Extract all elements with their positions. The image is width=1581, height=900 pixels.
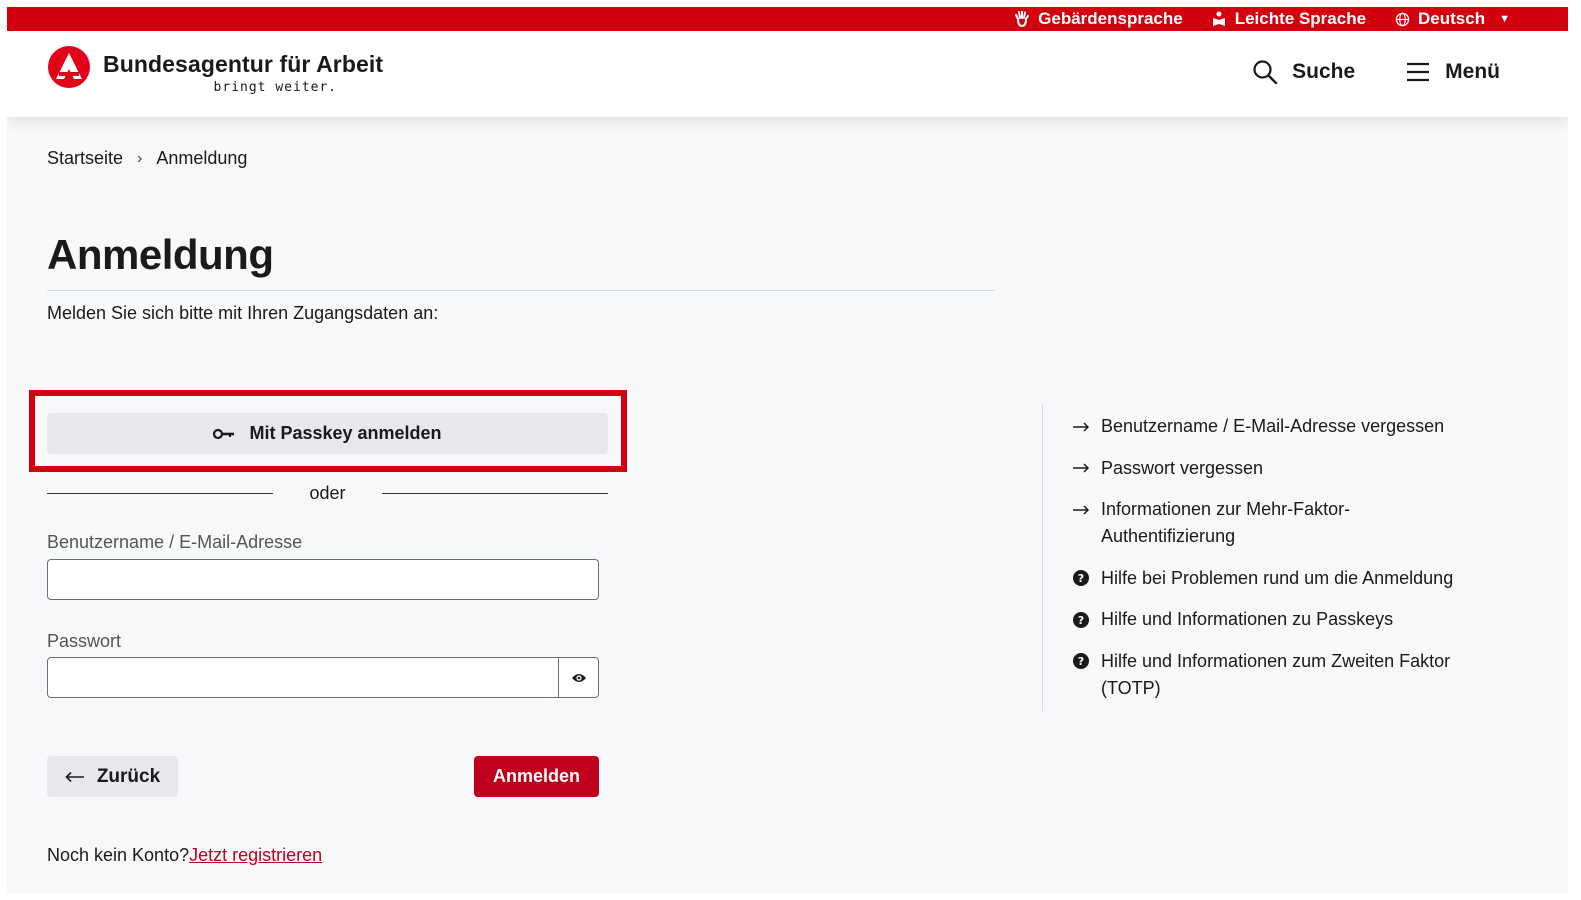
page-title: Anmeldung [47,231,274,278]
help-link-label: Benutzername / E-Mail-Adresse vergessen [1101,416,1445,436]
or-text: oder [309,482,346,503]
help-link-label: Hilfe bei Problemen rund um die Anmeldun… [1101,567,1454,588]
password-input[interactable] [48,658,558,697]
register-prompt: Noch kein Konto?Jetzt registrieren [47,845,322,866]
easy-language-link[interactable]: Leichte Sprache [1211,9,1366,29]
logo-title: Bundesagentur für Arbeit [103,51,384,77]
help-link-login-problems[interactable]: ? Hilfe bei Problemen rund um die Anmeld… [1073,565,1493,592]
help-link-totp[interactable]: ? Hilfe und Informationen zum Zweiten Fa… [1073,648,1493,702]
eye-icon [571,673,586,682]
help-link-passkeys[interactable]: ? Hilfe und Informationen zu Passkeys [1073,606,1493,633]
easy-language-label: Leichte Sprache [1234,9,1367,28]
help-link-forgot-password[interactable]: Passwort vergessen [1073,455,1493,482]
help-link-label: Informationen zur Mehr-Faktor-Authentifi… [1101,499,1351,546]
separator-line [47,492,274,494]
help-link-mfa-info[interactable]: Informationen zur Mehr-Faktor-Authentifi… [1073,496,1493,550]
language-select[interactable]: Deutsch ▼ [1394,9,1510,29]
key-icon [213,428,235,439]
help-link-label: Passwort vergessen [1101,457,1264,478]
show-password-button[interactable] [558,658,598,697]
help-link-forgot-username[interactable]: Benutzername / E-Mail-Adresse vergessen [1073,413,1493,440]
arrow-right-icon [1073,413,1089,440]
language-label: Deutsch [1418,9,1486,28]
arrow-right-icon [1073,455,1089,482]
title-divider [47,290,995,291]
breadcrumb-home[interactable]: Startseite [47,148,123,169]
site-header: Bundesagentur für Arbeit bringt weiter. … [7,31,1568,117]
password-label: Passwort [47,631,122,651]
username-input[interactable] [47,559,599,600]
back-label: Zurück [96,765,161,787]
arrow-right-icon [1073,496,1089,523]
help-link-label: Hilfe und Informationen zu Passkeys [1101,609,1394,629]
help-links-list: Benutzername / E-Mail-Adresse vergessen … [1073,413,1493,716]
utility-bar: Gebärdensprache Leichte Sprache Deutsch … [7,7,1568,31]
question-circle-icon: ? [1073,565,1089,592]
book-reader-icon [1211,11,1227,27]
back-button[interactable]: Zurück [47,756,178,797]
register-link[interactable]: Jetzt registrieren [189,845,322,865]
breadcrumb: Startseite › Anmeldung [47,148,247,169]
search-button[interactable]: Suche [1252,59,1355,85]
login-button[interactable]: Anmelden [474,756,599,797]
separator-line [381,492,608,494]
menu-label: Menü [1445,60,1500,83]
svg-text:?: ? [1078,614,1084,627]
username-label: Benutzername / E-Mail-Adresse [47,532,303,552]
sign-language-label: Gebärdensprache [1038,9,1183,28]
no-account-text: Noch kein Konto? [47,845,190,865]
search-label: Suche [1292,60,1356,83]
svg-text:?: ? [1078,572,1084,585]
question-circle-icon: ? [1073,606,1089,633]
logo[interactable]: Bundesagentur für Arbeit bringt weiter. [47,45,383,95]
passkey-login-label: Mit Passkey anmelden [249,423,442,443]
search-icon [1253,60,1278,85]
passkey-login-button[interactable]: Mit Passkey anmelden [47,413,608,454]
chevron-right-icon: › [137,149,143,167]
or-separator: oder [47,481,608,505]
globe-icon [1394,11,1410,27]
page-frame: Gebärdensprache Leichte Sprache Deutsch … [7,7,1568,893]
breadcrumb-current: Anmeldung [156,148,248,168]
help-divider [1042,405,1043,711]
hamburger-icon [1407,62,1430,82]
sign-language-link[interactable]: Gebärdensprache [1014,9,1183,29]
svg-text:?: ? [1078,655,1084,668]
hand-sign-icon [1014,11,1030,27]
password-field [47,657,599,698]
ba-logo-icon [48,46,90,88]
help-link-label: Hilfe und Informationen zum Zweiten Fakt… [1101,650,1451,698]
menu-button[interactable]: Menü [1405,60,1500,84]
arrow-left-icon [65,771,84,782]
caret-down-icon: ▼ [1499,13,1510,25]
question-circle-icon: ? [1073,648,1089,675]
logo-subtitle: bringt weiter. [213,80,338,95]
intro-text: Melden Sie sich bitte mit Ihren Zugangsd… [47,303,439,323]
